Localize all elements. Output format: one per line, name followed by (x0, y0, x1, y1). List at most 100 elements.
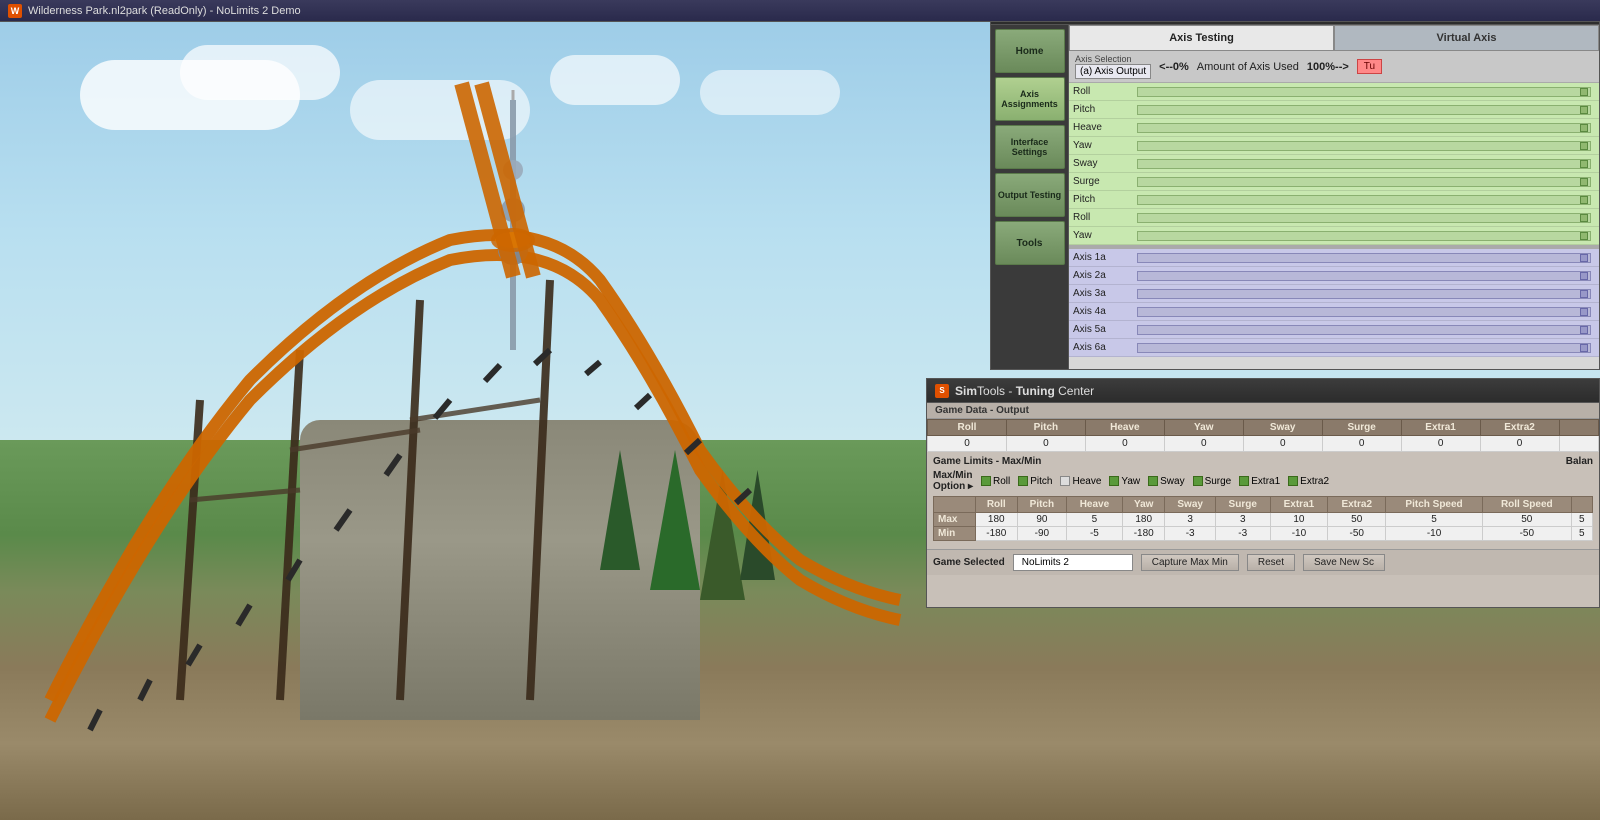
axis-row-4a: Axis 4a (1069, 303, 1599, 321)
min-heave[interactable]: -5 (1066, 527, 1122, 541)
max-extra[interactable]: 5 (1571, 513, 1592, 527)
cb-yaw[interactable]: Yaw (1109, 476, 1140, 487)
min-pitch[interactable]: -90 (1017, 527, 1066, 541)
axis-row-roll2: Roll (1069, 209, 1599, 227)
axis6a-label: Axis 6a (1073, 342, 1133, 353)
axis-row-pitch: Pitch (1069, 101, 1599, 119)
nav-axis-btn[interactable]: Axis Assignments (995, 77, 1065, 121)
max-roll[interactable]: 180 (975, 513, 1017, 527)
nav-home-btn[interactable]: Home (995, 29, 1065, 73)
tab-axis-testing[interactable]: Axis Testing (1069, 25, 1334, 51)
limits-roll-h: Roll (975, 497, 1017, 513)
nav-tools-btn[interactable]: Tools (995, 221, 1065, 265)
cb-extra1[interactable]: Extra1 (1239, 476, 1280, 487)
axis6a-bar (1137, 343, 1591, 353)
min-extra2[interactable]: -50 (1328, 527, 1386, 541)
cb-pitch-icon (1018, 476, 1028, 486)
yaw-bar (1137, 141, 1591, 151)
capture-btn[interactable]: Capture Max Min (1141, 554, 1239, 571)
col-heave: Heave (1085, 420, 1164, 436)
min-pitchspeed[interactable]: -10 (1386, 527, 1483, 541)
limits-yaw-h: Yaw (1123, 497, 1165, 513)
cb-extra1-icon (1239, 476, 1249, 486)
cb-sway[interactable]: Sway (1148, 476, 1184, 487)
save-btn[interactable]: Save New Sc (1303, 554, 1385, 571)
axis1a-bar (1137, 253, 1591, 263)
yaw2-label: Yaw (1073, 230, 1133, 241)
surge-bar (1137, 177, 1591, 187)
cb-sway-icon (1148, 476, 1158, 486)
cb-surge[interactable]: Surge (1193, 476, 1232, 487)
max-yaw[interactable]: 180 (1123, 513, 1165, 527)
axis5a-label: Axis 5a (1073, 324, 1133, 335)
axis4a-bar (1137, 307, 1591, 317)
cb-surge-label: Surge (1205, 476, 1232, 487)
col-pitch: Pitch (1006, 420, 1085, 436)
max-extra2[interactable]: 50 (1328, 513, 1386, 527)
max-surge[interactable]: 3 (1215, 513, 1270, 527)
axis-selection-label: Axis Selection (1075, 54, 1132, 64)
col-surge: Surge (1322, 420, 1401, 436)
tab-virtual-axis[interactable]: Virtual Axis (1334, 25, 1599, 51)
limits-options-row: Max/MinOption ▸ Roll Pitch Heave Yaw (933, 470, 1593, 492)
reset-btn[interactable]: Reset (1247, 554, 1295, 571)
max-heave[interactable]: 5 (1066, 513, 1122, 527)
pitch2-label: Pitch (1073, 194, 1133, 205)
game-selected-row: Game Selected NoLimits 2 Capture Max Min… (927, 549, 1599, 575)
max-rollspeed[interactable]: 50 (1482, 513, 1571, 527)
cb-heave[interactable]: Heave (1060, 476, 1101, 487)
pitch2-bar (1137, 195, 1591, 205)
cb-extra2-icon (1288, 476, 1298, 486)
cb-roll[interactable]: Roll (981, 476, 1010, 487)
tuning-title: SimTools - Tuning Center (955, 384, 1094, 398)
min-yaw[interactable]: -180 (1123, 527, 1165, 541)
game-data-subtitle: Game Data - Output (927, 403, 1599, 419)
axis-dropdown[interactable]: (a) Axis Output (1075, 64, 1151, 79)
min-extra1[interactable]: -10 (1270, 527, 1328, 541)
cb-sway-label: Sway (1160, 476, 1184, 487)
min-roll[interactable]: -180 (975, 527, 1017, 541)
nav-output-btn[interactable]: Output Testing (995, 173, 1065, 217)
val-surge: 0 (1322, 436, 1401, 452)
max-pitch[interactable]: 90 (1017, 513, 1066, 527)
axis5a-bar (1137, 325, 1591, 335)
cb-heave-label: Heave (1072, 476, 1101, 487)
cb-pitch[interactable]: Pitch (1018, 476, 1052, 487)
min-surge[interactable]: -3 (1215, 527, 1270, 541)
tune-button[interactable]: Tu (1357, 59, 1382, 74)
min-rollspeed[interactable]: -50 (1482, 527, 1571, 541)
limits-surge-h: Surge (1215, 497, 1270, 513)
roll-bar (1137, 87, 1591, 97)
right-pct-label: 100%--> (1307, 61, 1349, 73)
col-yaw: Yaw (1164, 420, 1243, 436)
val-pitch: 0 (1006, 436, 1085, 452)
sway-label: Sway (1073, 158, 1133, 169)
roll2-bar (1137, 213, 1591, 223)
limits-blank (934, 497, 976, 513)
window-icon: W (8, 4, 22, 18)
cb-extra2[interactable]: Extra2 (1288, 476, 1329, 487)
nav-interface-btn[interactable]: Interface Settings (995, 125, 1065, 169)
cb-extra2-label: Extra2 (1300, 476, 1329, 487)
axis2a-bar (1137, 271, 1591, 281)
cb-roll-icon (981, 476, 991, 486)
col-extra3 (1559, 420, 1599, 436)
val-extra1: 0 (1401, 436, 1480, 452)
min-sway[interactable]: -3 (1165, 527, 1216, 541)
roll2-label: Roll (1073, 212, 1133, 223)
cb-yaw-icon (1109, 476, 1119, 486)
limits-table: Roll Pitch Heave Yaw Sway Surge Extra1 E… (933, 496, 1593, 541)
cb-yaw-label: Yaw (1121, 476, 1140, 487)
tabs-row: Axis Testing Virtual Axis (1069, 25, 1599, 51)
limits-title: Game Limits - Max/Min (933, 456, 1041, 467)
max-extra1[interactable]: 10 (1270, 513, 1328, 527)
balance-label: Balan (1566, 456, 1593, 467)
max-label: Max (934, 513, 976, 527)
min-extra[interactable]: 5 (1571, 527, 1592, 541)
col-roll: Roll (928, 420, 1007, 436)
max-pitchspeed[interactable]: 5 (1386, 513, 1483, 527)
cb-extra1-label: Extra1 (1251, 476, 1280, 487)
game-select-dropdown[interactable]: NoLimits 2 (1013, 554, 1133, 571)
max-sway[interactable]: 3 (1165, 513, 1216, 527)
col-sway: Sway (1243, 420, 1322, 436)
